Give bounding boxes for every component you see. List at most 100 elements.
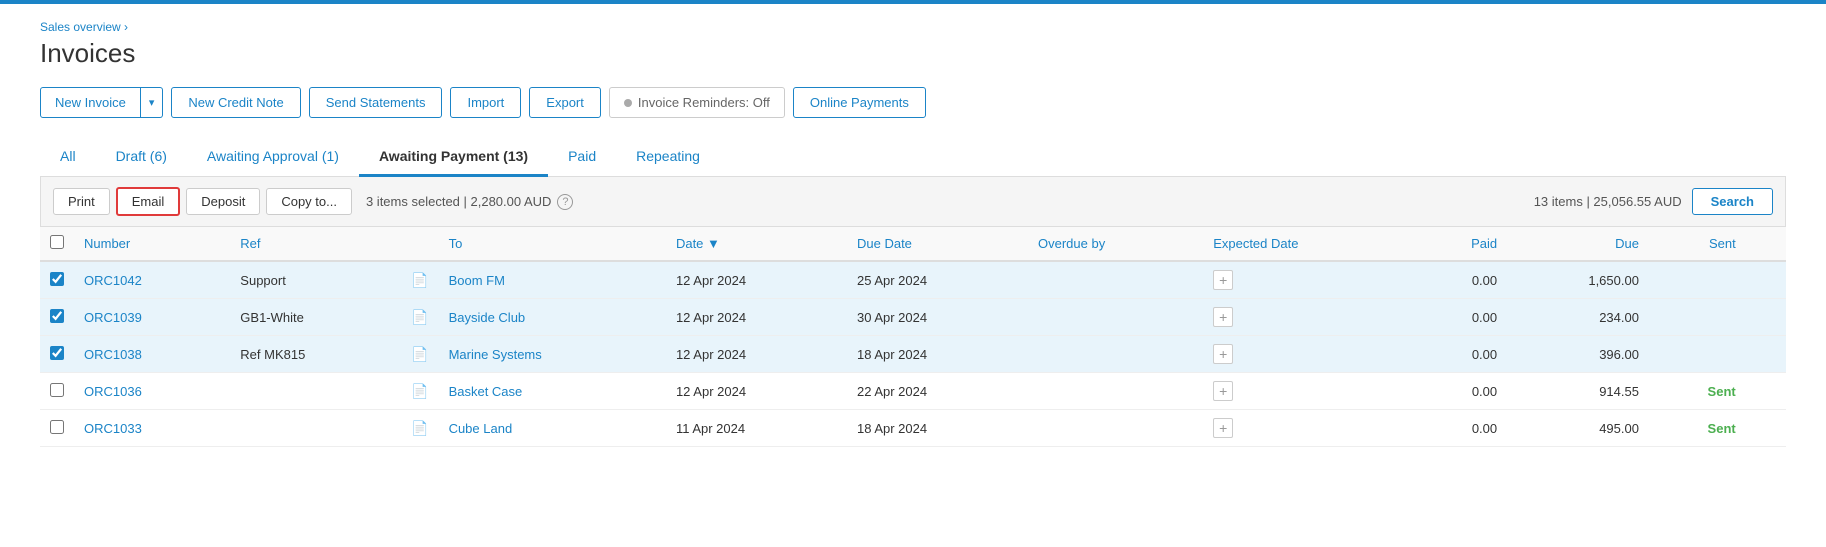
breadcrumb[interactable]: Sales overview ›	[40, 20, 1786, 34]
select-all-checkbox[interactable]	[50, 235, 64, 249]
row-checkbox[interactable]	[50, 309, 64, 323]
row-checkbox-cell[interactable]	[40, 373, 74, 410]
tab-awaiting-approval[interactable]: Awaiting Approval (1)	[187, 138, 359, 177]
row-due-amount: 396.00	[1507, 336, 1649, 373]
col-to[interactable]: To	[439, 227, 666, 261]
row-checkbox-cell[interactable]	[40, 410, 74, 447]
row-due-amount: 234.00	[1507, 299, 1649, 336]
search-button[interactable]: Search	[1692, 188, 1773, 215]
tab-paid[interactable]: Paid	[548, 138, 616, 177]
col-due-date[interactable]: Due Date	[847, 227, 1028, 261]
action-bar-right: 13 items | 25,056.55 AUD Search	[1534, 188, 1773, 215]
row-action	[1746, 373, 1786, 410]
row-due-date: 18 Apr 2024	[847, 410, 1028, 447]
row-paid: 0.00	[1415, 410, 1507, 447]
table-row: ORC1033 📄 Cube Land 11 Apr 2024 18 Apr 2…	[40, 410, 1786, 447]
row-due-amount: 914.55	[1507, 373, 1649, 410]
row-expected-date: +	[1203, 336, 1414, 373]
row-sent: Sent	[1649, 410, 1746, 447]
row-checkbox[interactable]	[50, 383, 64, 397]
row-number: ORC1036	[74, 373, 230, 410]
email-button[interactable]: Email	[116, 187, 181, 216]
row-date: 12 Apr 2024	[666, 336, 847, 373]
add-expected-date-button[interactable]: +	[1213, 307, 1233, 327]
row-doc-icon: 📄	[401, 373, 438, 410]
tab-repeating[interactable]: Repeating	[616, 138, 720, 177]
add-expected-date-button[interactable]: +	[1213, 381, 1233, 401]
deposit-button[interactable]: Deposit	[186, 188, 260, 215]
row-doc-icon: 📄	[401, 410, 438, 447]
new-invoice-split-button: New Invoice ▾	[40, 87, 163, 118]
help-icon[interactable]: ?	[557, 194, 573, 210]
export-button[interactable]: Export	[529, 87, 601, 118]
new-credit-note-button[interactable]: New Credit Note	[171, 87, 300, 118]
row-number: ORC1039	[74, 299, 230, 336]
row-date: 12 Apr 2024	[666, 299, 847, 336]
new-invoice-dropdown-arrow[interactable]: ▾	[141, 87, 164, 118]
online-payments-button[interactable]: Online Payments	[793, 87, 926, 118]
col-sent[interactable]: Sent	[1649, 227, 1746, 261]
row-to[interactable]: Bayside Club	[439, 299, 666, 336]
row-overdue-by	[1028, 410, 1203, 447]
row-expected-date: +	[1203, 373, 1414, 410]
row-checkbox-cell[interactable]	[40, 299, 74, 336]
row-to[interactable]: Boom FM	[439, 261, 666, 299]
row-due-date: 22 Apr 2024	[847, 373, 1028, 410]
row-sent	[1649, 299, 1746, 336]
row-paid: 0.00	[1415, 299, 1507, 336]
import-button[interactable]: Import	[450, 87, 521, 118]
row-sent	[1649, 261, 1746, 299]
row-date: 12 Apr 2024	[666, 373, 847, 410]
col-ref[interactable]: Ref	[230, 227, 401, 261]
row-checkbox[interactable]	[50, 346, 64, 360]
row-checkbox-cell[interactable]	[40, 261, 74, 299]
copy-to-button[interactable]: Copy to...	[266, 188, 352, 215]
col-date[interactable]: Date ▼	[666, 227, 847, 261]
table-row: ORC1042 Support 📄 Boom FM 12 Apr 2024 25…	[40, 261, 1786, 299]
col-overdue-by[interactable]: Overdue by	[1028, 227, 1203, 261]
row-to[interactable]: Basket Case	[439, 373, 666, 410]
row-checkbox[interactable]	[50, 272, 64, 286]
row-overdue-by	[1028, 336, 1203, 373]
tab-awaiting-payment[interactable]: Awaiting Payment (13)	[359, 138, 548, 177]
print-button[interactable]: Print	[53, 188, 110, 215]
add-expected-date-button[interactable]: +	[1213, 344, 1233, 364]
send-statements-button[interactable]: Send Statements	[309, 87, 443, 118]
row-ref: GB1-White	[230, 299, 401, 336]
row-paid: 0.00	[1415, 373, 1507, 410]
row-sent	[1649, 336, 1746, 373]
row-expected-date: +	[1203, 261, 1414, 299]
row-checkbox[interactable]	[50, 420, 64, 434]
col-due[interactable]: Due	[1507, 227, 1649, 261]
new-invoice-button[interactable]: New Invoice	[40, 87, 141, 118]
total-info: 13 items | 25,056.55 AUD	[1534, 194, 1682, 209]
add-expected-date-button[interactable]: +	[1213, 418, 1233, 438]
table-header-row: Number Ref To Date ▼ Due Date Overdue by…	[40, 227, 1786, 261]
add-expected-date-button[interactable]: +	[1213, 270, 1233, 290]
col-action	[1746, 227, 1786, 261]
reminders-label: Invoice Reminders: Off	[638, 95, 770, 110]
select-all-checkbox-header[interactable]	[40, 227, 74, 261]
row-overdue-by	[1028, 299, 1203, 336]
row-ref: Support	[230, 261, 401, 299]
row-doc-icon: 📄	[401, 299, 438, 336]
row-overdue-by	[1028, 261, 1203, 299]
invoices-table: Number Ref To Date ▼ Due Date Overdue by…	[40, 227, 1786, 447]
col-number[interactable]: Number	[74, 227, 230, 261]
row-checkbox-cell[interactable]	[40, 336, 74, 373]
row-action	[1746, 336, 1786, 373]
invoice-reminders-button[interactable]: Invoice Reminders: Off	[609, 87, 785, 118]
row-due-date: 25 Apr 2024	[847, 261, 1028, 299]
row-action	[1746, 410, 1786, 447]
row-date: 12 Apr 2024	[666, 261, 847, 299]
tabs: All Draft (6) Awaiting Approval (1) Awai…	[40, 138, 1786, 177]
row-to[interactable]: Cube Land	[439, 410, 666, 447]
row-number: ORC1038	[74, 336, 230, 373]
col-expected-date[interactable]: Expected Date	[1203, 227, 1414, 261]
tab-draft[interactable]: Draft (6)	[96, 138, 187, 177]
row-due-date: 30 Apr 2024	[847, 299, 1028, 336]
tab-all[interactable]: All	[40, 138, 96, 177]
col-paid[interactable]: Paid	[1415, 227, 1507, 261]
row-to[interactable]: Marine Systems	[439, 336, 666, 373]
row-due-amount: 1,650.00	[1507, 261, 1649, 299]
